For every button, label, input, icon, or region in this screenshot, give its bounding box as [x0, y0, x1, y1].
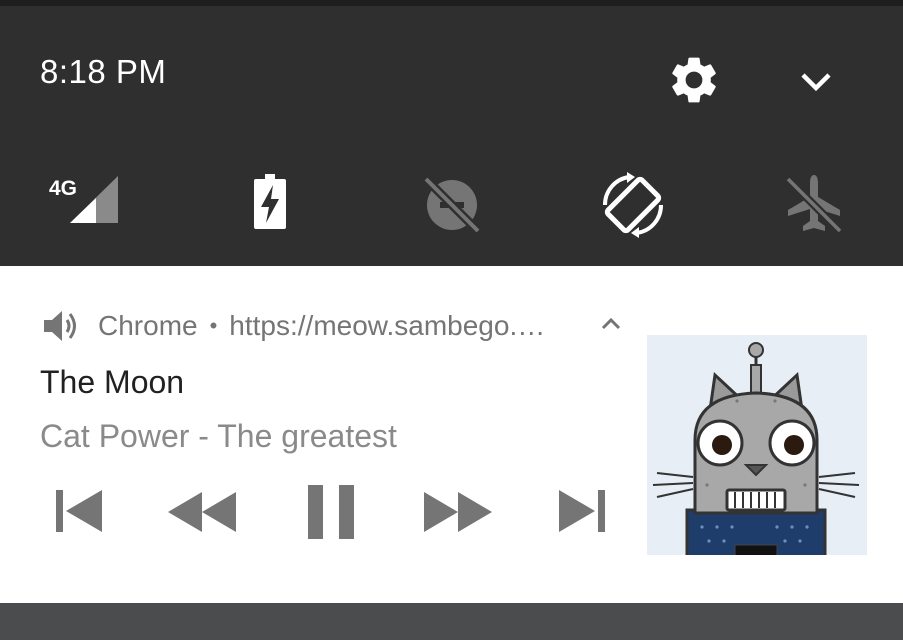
- rewind-icon: [168, 492, 236, 532]
- app-name: Chrome: [98, 310, 198, 341]
- shade-background: [0, 603, 903, 640]
- tile-data-saver[interactable]: [418, 171, 486, 239]
- track-title: The Moon: [40, 364, 185, 400]
- battery-charging-icon: [254, 174, 286, 229]
- pause-icon: [308, 485, 354, 539]
- settings-button[interactable]: [666, 52, 722, 108]
- airplane-mode-off-icon: [785, 175, 843, 234]
- track-subtitle: Cat Power - The greatest: [40, 418, 397, 454]
- tile-auto-rotate[interactable]: [599, 171, 667, 239]
- rewind-button[interactable]: [164, 480, 240, 544]
- clock: 8:18 PM: [40, 53, 167, 90]
- header-separator: •: [209, 313, 218, 338]
- skip-previous-icon: [56, 490, 102, 532]
- robot-cat-image: [647, 335, 867, 555]
- tile-airplane-mode[interactable]: [780, 171, 848, 239]
- data-saver-off-icon: [422, 175, 482, 235]
- pause-button[interactable]: [292, 480, 368, 544]
- collapse-button[interactable]: [596, 312, 626, 336]
- notification-header: Chrome • https://meow.sambego.…: [40, 308, 545, 344]
- fast-forward-icon: [424, 492, 492, 532]
- tile-mobile-data[interactable]: 4G: [48, 171, 118, 239]
- previous-track-button[interactable]: [42, 480, 118, 544]
- album-artwork: [647, 335, 867, 555]
- quick-settings-panel: 8:18 PM 4G: [0, 6, 903, 266]
- auto-rotate-icon: [602, 172, 664, 238]
- signal-4g-icon: 4G: [49, 176, 118, 223]
- network-type-label: 4G: [49, 177, 77, 200]
- tile-battery[interactable]: [236, 171, 304, 239]
- site-origin: https://meow.sambego.…: [229, 310, 546, 341]
- next-track-button[interactable]: [545, 480, 621, 544]
- speaker-icon: [44, 311, 76, 341]
- chevron-down-icon: [801, 73, 831, 92]
- gear-icon: [672, 57, 716, 103]
- fast-forward-button[interactable]: [420, 480, 496, 544]
- chevron-up-icon: [601, 317, 621, 330]
- media-notification[interactable]: Chrome • https://meow.sambego.… The Moon…: [0, 266, 903, 603]
- skip-next-icon: [559, 490, 605, 532]
- expand-button[interactable]: [792, 56, 840, 104]
